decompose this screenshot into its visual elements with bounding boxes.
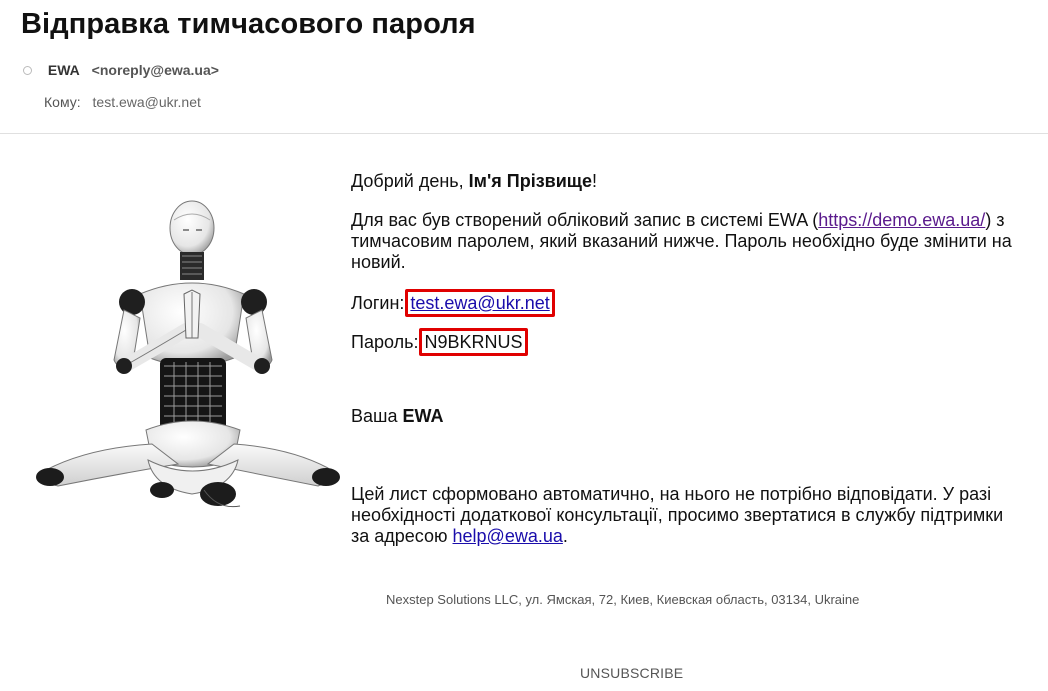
greeting: Добрий день, Ім'я Прізвище! [351,171,597,192]
auto-notice-end: . [562,526,568,546]
password-highlight: N9BKRNUS [419,328,528,356]
recipient-email[interactable]: test.ewa@ukr.net [93,94,201,110]
signature-prefix: Ваша [351,406,403,426]
system-link[interactable]: https://demo.ewa.ua/ [818,210,985,230]
robot-illustration [36,200,340,508]
greeting-suffix: ! [591,171,597,191]
password-value: N9BKRNUS [424,332,523,352]
password-line: Пароль: N9BKRNUS [351,328,528,356]
login-highlight: test.ewa@ukr.net [405,289,555,317]
sender-row: EWA <noreply@ewa.ua> [23,62,219,78]
help-email-link[interactable]: help@ewa.ua [453,526,563,546]
recipient-name: Ім'я Прізвище [468,171,592,191]
sender-email[interactable]: <noreply@ewa.ua> [92,62,219,78]
auto-notice-text: Цей лист сформовано автоматично, на ньог… [351,484,1004,546]
unsubscribe-link[interactable]: UNSUBSCRIBE [580,665,683,681]
footer-address: Nexstep Solutions LLC, ул. Ямская, 72, К… [386,592,860,607]
login-email-link[interactable]: test.ewa@ukr.net [410,293,549,313]
recipient-label: Кому: [44,94,81,110]
intro-text-before: Для вас був створений обліковий запис в … [351,210,819,230]
recipient-row: Кому: test.ewa@ukr.net [44,94,201,110]
header-divider [0,133,1048,134]
greeting-prefix: Добрий день, [351,171,469,191]
email-subject: Відправка тимчасового пароля [21,8,476,40]
signature-brand: EWA [402,406,444,426]
login-line: Логин: test.ewa@ukr.net [351,289,555,317]
auto-notice: Цей лист сформовано автоматично, на ньог… [351,484,1016,547]
signature: Ваша EWA [351,406,443,427]
login-label: Логин: [351,293,405,313]
sender-name[interactable]: EWA [48,62,80,78]
intro-paragraph: Для вас був створений обліковий запис в … [351,210,1016,273]
password-label: Пароль: [351,332,419,352]
status-dot-icon [23,65,32,75]
